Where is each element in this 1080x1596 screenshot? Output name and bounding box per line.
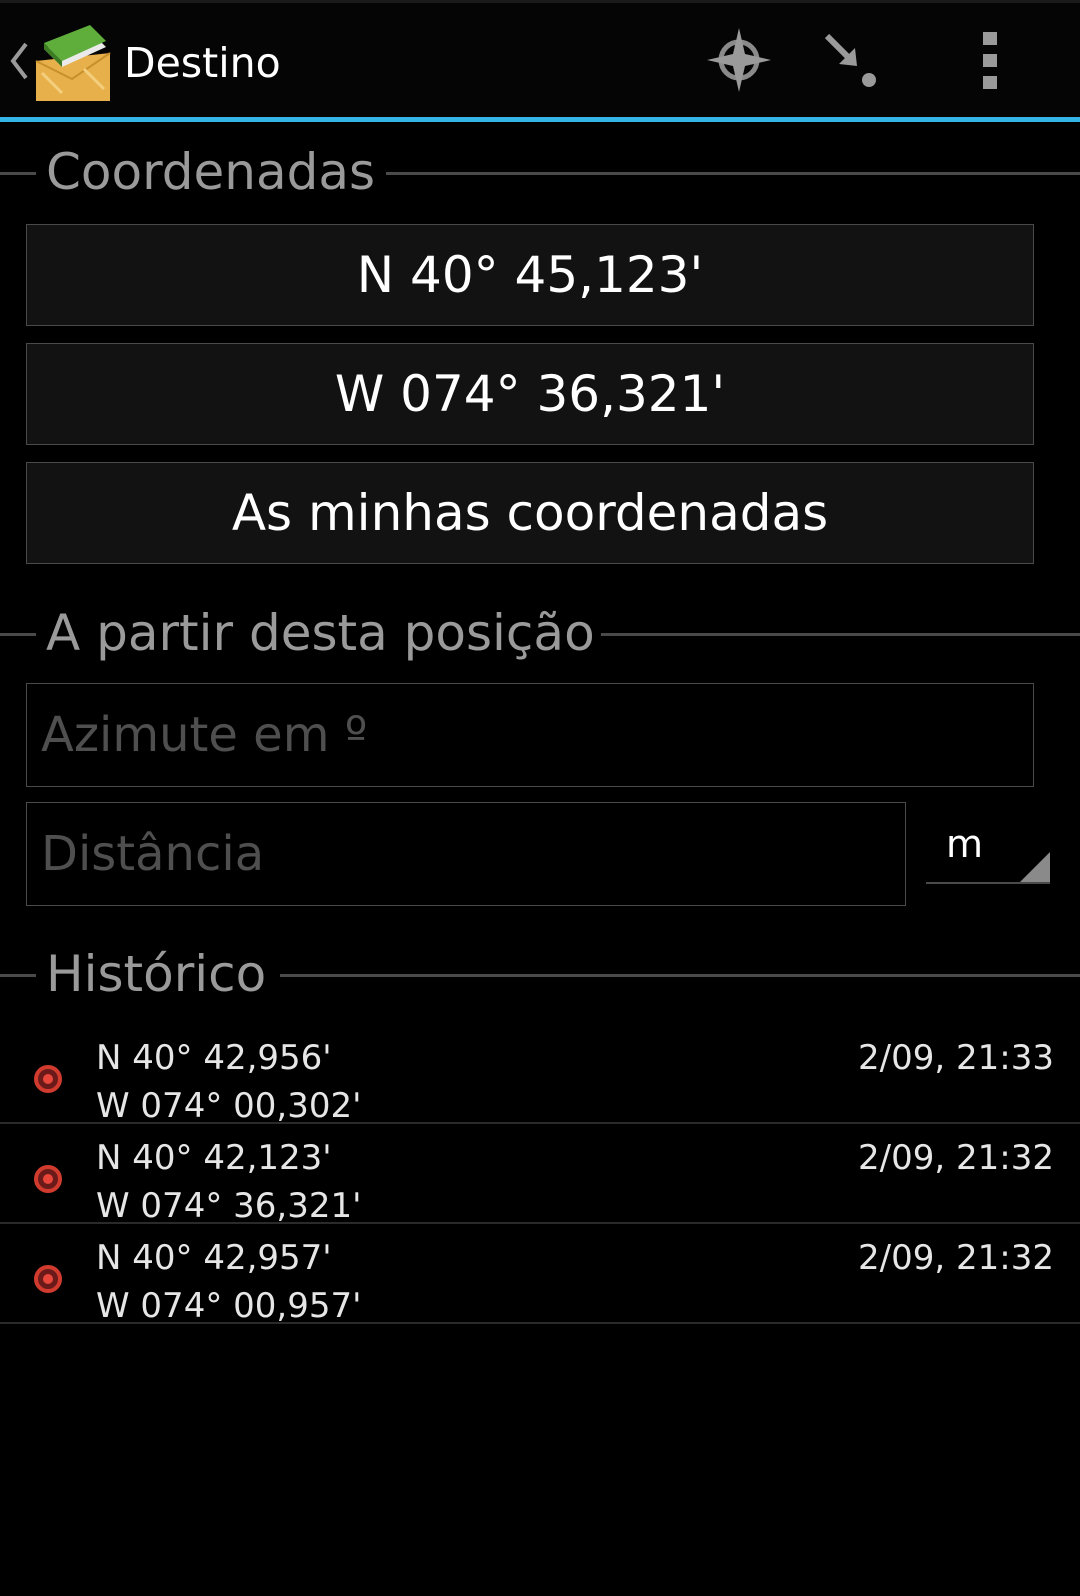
history-list-item[interactable]: N 40° 42,956' W 074° 00,302' 2/09, 21:33 <box>0 1026 1080 1126</box>
latitude-button[interactable]: N 40° 45,123' <box>26 224 1034 326</box>
waypoint-icon <box>34 1165 62 1193</box>
divider <box>280 974 1080 977</box>
target-button[interactable] <box>684 3 794 117</box>
history-longitude: W 074° 00,957' <box>96 1286 362 1326</box>
history-timestamp: 2/09, 21:33 <box>858 1038 1054 1078</box>
divider <box>0 172 36 175</box>
distance-input[interactable] <box>27 803 905 905</box>
history-latitude: N 40° 42,956' <box>96 1038 332 1078</box>
target-crosshair-icon <box>707 28 771 92</box>
overflow-menu-icon <box>983 32 997 89</box>
history-list-item[interactable]: N 40° 42,123' W 074° 36,321' 2/09, 21:32 <box>0 1126 1080 1226</box>
action-bar-divider <box>0 117 1080 122</box>
divider <box>0 633 36 636</box>
divider <box>601 633 1080 636</box>
history-longitude: W 074° 00,302' <box>96 1086 362 1126</box>
unit-spinner[interactable]: m <box>926 808 1050 884</box>
distance-field[interactable] <box>26 802 906 906</box>
divider <box>386 172 1080 175</box>
app-map-icon <box>35 25 111 101</box>
up-navigation-button[interactable]: Destino <box>0 3 300 117</box>
divider <box>0 974 36 977</box>
arrow-to-point-icon <box>824 33 876 87</box>
dropdown-indicator-icon <box>1020 852 1050 882</box>
history-longitude: W 074° 36,321' <box>96 1186 362 1226</box>
section-title: A partir desta posição <box>46 604 595 662</box>
history-timestamp: 2/09, 21:32 <box>858 1238 1054 1278</box>
chevron-left-icon <box>10 42 28 80</box>
section-header-history: Histórico <box>0 944 1080 1004</box>
bearing-field[interactable] <box>26 683 1034 787</box>
history-latitude: N 40° 42,123' <box>96 1138 332 1178</box>
history-latitude: N 40° 42,957' <box>96 1238 332 1278</box>
go-to-point-button[interactable] <box>796 3 906 117</box>
unit-value: m <box>946 822 984 866</box>
section-header-projection: A partir desta posição <box>0 603 1080 663</box>
section-title: Coordenadas <box>46 143 376 201</box>
page-title: Destino <box>124 39 281 87</box>
waypoint-icon <box>34 1265 62 1293</box>
longitude-button[interactable]: W 074° 36,321' <box>26 343 1034 445</box>
section-header-coordinates: Coordenadas <box>0 142 1080 202</box>
history-list-item[interactable]: N 40° 42,957' W 074° 00,957' 2/09, 21:32 <box>0 1226 1080 1326</box>
history-timestamp: 2/09, 21:32 <box>858 1138 1054 1178</box>
my-coordinates-button[interactable]: As minhas coordenadas <box>26 462 1034 564</box>
section-title: Histórico <box>46 945 267 1003</box>
bearing-input[interactable] <box>27 684 1033 786</box>
overflow-menu-button[interactable] <box>936 3 1046 117</box>
waypoint-icon <box>34 1065 62 1093</box>
